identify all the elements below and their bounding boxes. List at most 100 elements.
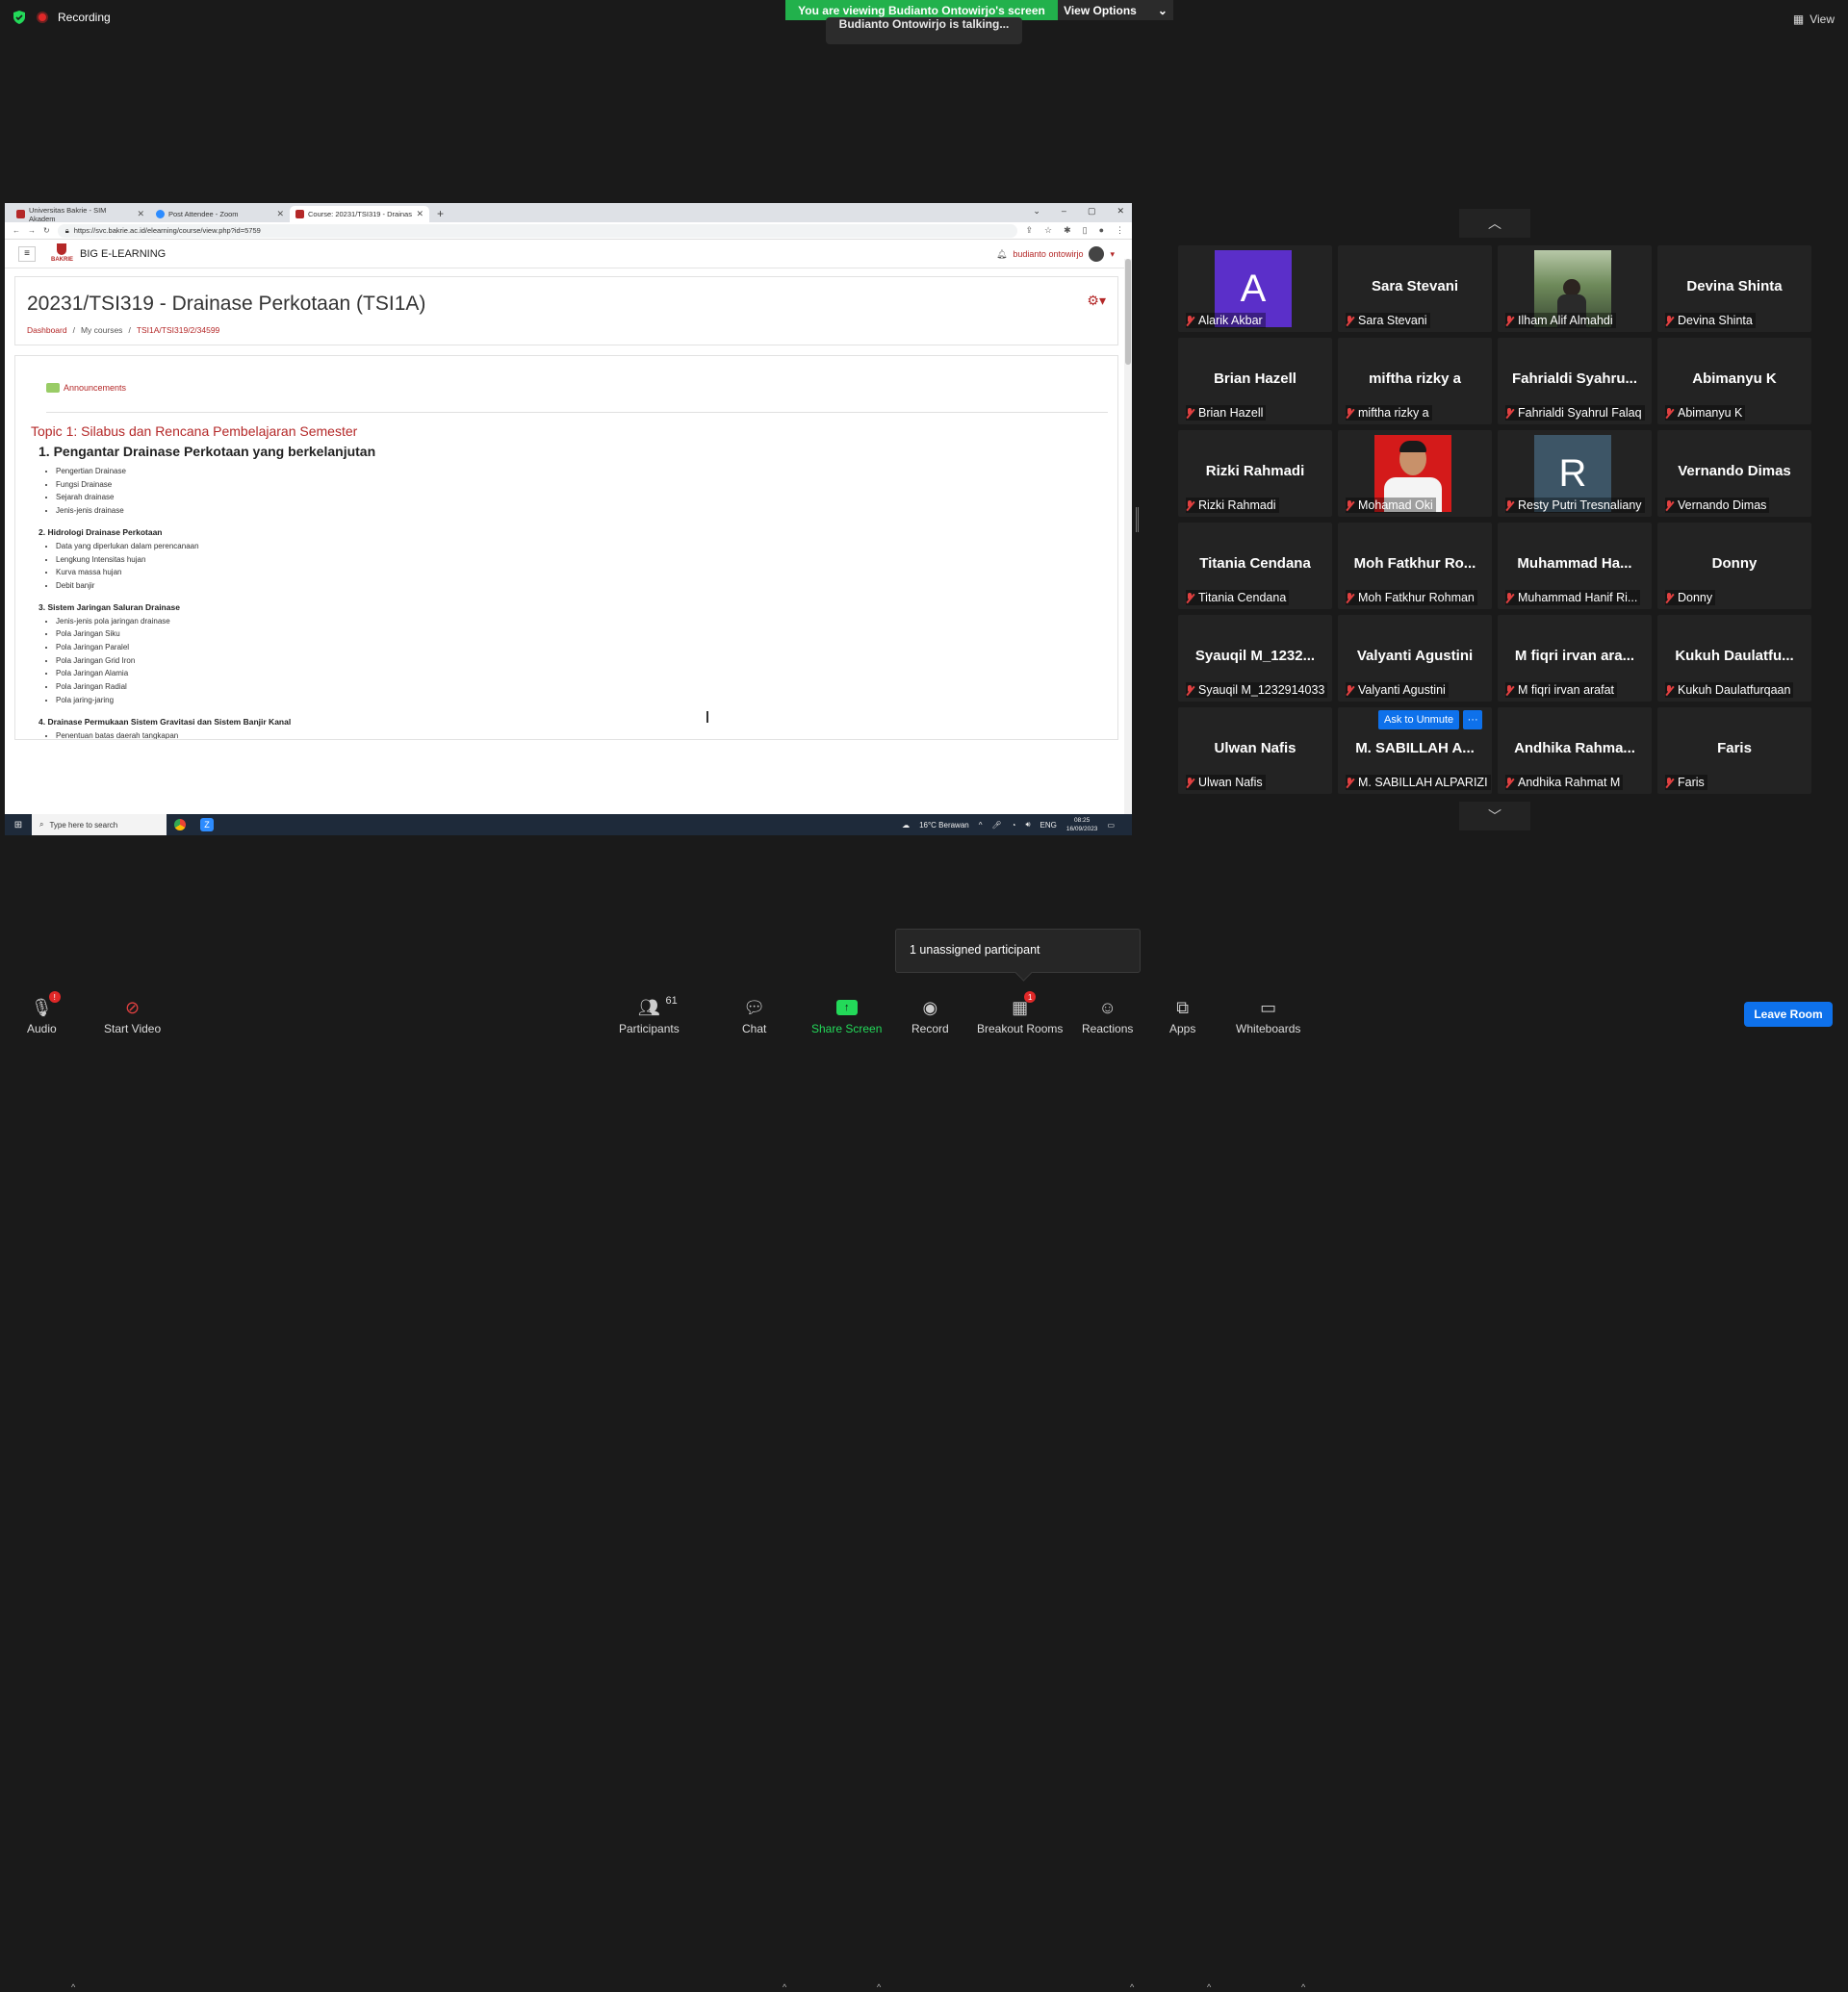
participant-tile[interactable]: Andhika Rahma...Andhika Rahmat M xyxy=(1498,707,1652,794)
chevron-down-icon[interactable]: ⌄ xyxy=(1033,206,1040,217)
participant-tile[interactable]: DonnyDonny xyxy=(1657,523,1811,609)
forward-icon[interactable]: → xyxy=(28,226,36,235)
participant-tile[interactable]: Moh Fatkhur Ro...Moh Fatkhur Rohman xyxy=(1338,523,1492,609)
recording-indicator[interactable]: Recording xyxy=(12,10,111,25)
split-handle[interactable] xyxy=(1136,507,1139,532)
url-field[interactable]: 🔒︎ https://svc.bakrie.ac.id/elearning/co… xyxy=(58,224,1018,238)
scrollbar-thumb[interactable] xyxy=(1125,259,1131,365)
language-indicator[interactable]: ENG xyxy=(1040,821,1057,830)
minimize-icon[interactable]: – xyxy=(1062,206,1066,217)
participant-tile[interactable]: M fiqri irvan ara...M fiqri irvan arafat xyxy=(1498,615,1652,702)
weather-text[interactable]: 16°C Berawan xyxy=(919,821,969,830)
taskbar-search[interactable]: ⌕ Type here to search xyxy=(32,814,167,835)
participant-tile[interactable]: Mohamad Oki xyxy=(1338,430,1492,517)
close-icon[interactable]: ✕ xyxy=(1116,206,1124,217)
close-icon[interactable]: ✕ xyxy=(416,209,424,219)
participant-tile[interactable]: Valyanti AgustiniValyanti Agustini xyxy=(1338,615,1492,702)
caret-down-icon[interactable]: ▾ xyxy=(1110,249,1115,260)
gear-icon[interactable]: ⚙▾ xyxy=(1087,293,1106,309)
breadcrumb-my-courses[interactable]: My courses xyxy=(81,325,122,335)
apps-caret-icon[interactable]: ^ xyxy=(1207,1982,1211,1992)
whiteboards-button[interactable]: ▭ Whiteboards xyxy=(1236,991,1300,1035)
share-icon[interactable]: ⇪ xyxy=(1025,225,1033,236)
user-name[interactable]: budianto ontowirjo xyxy=(1013,249,1083,259)
chrome-taskbar-icon[interactable] xyxy=(167,814,193,835)
share-screen-button[interactable]: ↑ Share Screen xyxy=(811,991,882,1035)
start-video-button[interactable]: ⊘ Start Video xyxy=(104,991,161,1035)
gallery-next-button[interactable]: ﹀ xyxy=(1459,802,1530,830)
back-icon[interactable]: ← xyxy=(13,226,20,235)
view-options-button[interactable]: View Options ⌄ xyxy=(1058,0,1173,20)
announcements-link[interactable]: Announcements xyxy=(46,383,1108,413)
site-name[interactable]: BIG E-LEARNING xyxy=(80,248,166,260)
participant-tile[interactable]: miftha rizky amiftha rizky a xyxy=(1338,338,1492,424)
menu-icon[interactable]: ⋮ xyxy=(1116,225,1124,236)
participant-tile[interactable]: Rizki RahmadiRizki Rahmadi xyxy=(1178,430,1332,517)
participant-tile[interactable]: Ilham Alif Almahdi xyxy=(1498,245,1652,332)
network-icon[interactable]: ◔ xyxy=(1012,821,1016,830)
star-icon[interactable]: ☆ xyxy=(1044,225,1052,236)
extensions-icon[interactable]: ✱ xyxy=(1064,225,1071,236)
browser-tab[interactable]: Post Attendee - Zoom ✕ xyxy=(150,206,290,222)
participant-tile[interactable]: Titania CendanaTitania Cendana xyxy=(1178,523,1332,609)
participants-button[interactable]: 👥︎61 Participants xyxy=(619,991,680,1035)
zoom-taskbar-icon[interactable]: Z xyxy=(193,814,220,835)
muted-mic-icon xyxy=(1665,778,1674,788)
sidebar-icon[interactable]: ▯ xyxy=(1083,225,1088,236)
share-options-caret-icon[interactable]: ^ xyxy=(877,1982,881,1992)
breakout-rooms-button[interactable]: ▦1 Breakout Rooms xyxy=(977,991,1063,1035)
browser-tab[interactable]: Universitas Bakrie - SIM Akadem ✕ xyxy=(11,206,150,222)
chat-options-caret-icon[interactable]: ^ xyxy=(783,1982,786,1992)
participant-tile[interactable]: Vernando DimasVernando Dimas xyxy=(1657,430,1811,517)
bell-icon[interactable]: 🔔︎ xyxy=(996,249,1007,260)
avatar[interactable] xyxy=(1089,246,1104,262)
participant-tile[interactable]: Kukuh Daulatfu...Kukuh Daulatfurqaan xyxy=(1657,615,1811,702)
announcements-label[interactable]: Announcements xyxy=(64,383,126,393)
participant-tile[interactable]: Fahrialdi Syahru...Fahrialdi Syahrul Fal… xyxy=(1498,338,1652,424)
participant-name: Andhika Rahmat M xyxy=(1518,776,1620,789)
gallery-prev-button[interactable]: ︿ xyxy=(1459,209,1530,238)
windows-start-icon[interactable]: ⊞ xyxy=(5,820,32,830)
clock[interactable]: 08:25 16/09/2023 xyxy=(1066,816,1098,833)
participant-tile[interactable]: Brian HazellBrian Hazell xyxy=(1178,338,1332,424)
new-tab-icon[interactable]: + xyxy=(429,207,451,222)
hamburger-menu-icon[interactable]: ≡ xyxy=(18,246,36,262)
browser-tab-active[interactable]: Course: 20231/TSI319 - Drainas ✕ xyxy=(290,206,429,222)
page-scrollbar[interactable] xyxy=(1124,259,1132,817)
breadcrumb-dashboard[interactable]: Dashboard xyxy=(27,325,67,335)
participant-tile[interactable]: Sara StevaniSara Stevani xyxy=(1338,245,1492,332)
apps-button[interactable]: ⧉ Apps xyxy=(1169,991,1195,1035)
reactions-button[interactable]: ☺ Reactions xyxy=(1082,991,1133,1035)
ask-to-unmute-button[interactable]: Ask to Unmute xyxy=(1378,710,1459,729)
profile-icon[interactable]: ● xyxy=(1099,225,1104,236)
leave-room-button[interactable]: Leave Room xyxy=(1744,1002,1833,1027)
participant-tile[interactable]: RResty Putri Tresnaliany xyxy=(1498,430,1652,517)
close-icon[interactable]: ✕ xyxy=(276,209,284,219)
participant-tile[interactable]: AAlarik Akbar xyxy=(1178,245,1332,332)
close-icon[interactable]: ✕ xyxy=(137,209,144,219)
reload-icon[interactable]: ↻ xyxy=(43,226,50,235)
participant-tile[interactable]: FarisFaris xyxy=(1657,707,1811,794)
breadcrumb-course[interactable]: TSI1A/TSI319/2/34599 xyxy=(137,325,219,335)
audio-options-caret-icon[interactable]: ^ xyxy=(71,1982,75,1992)
volume-icon[interactable]: 🔊︎ xyxy=(1026,820,1031,830)
view-button[interactable]: ▦ View xyxy=(1793,13,1835,26)
participant-tile[interactable]: Muhammad Ha...Muhammad Hanif Ri... xyxy=(1498,523,1652,609)
chat-button[interactable]: 💬︎ Chat xyxy=(742,991,766,1035)
participant-display-name: Syauqil M_1232... xyxy=(1178,648,1332,664)
mic-tray-icon[interactable]: 🎤︎ xyxy=(992,821,1002,830)
participant-tile[interactable]: Abimanyu KAbimanyu K xyxy=(1657,338,1811,424)
participant-tile[interactable]: Syauqil M_1232...Syauqil M_1232914033 xyxy=(1178,615,1332,702)
record-button[interactable]: ◉ Record xyxy=(911,991,949,1035)
participant-tile[interactable]: Ulwan NafisUlwan Nafis xyxy=(1178,707,1332,794)
whiteboards-caret-icon[interactable]: ^ xyxy=(1301,1982,1305,1992)
chevron-up-icon[interactable]: ^ xyxy=(979,821,983,830)
audio-button[interactable]: 🎙︎! Audio xyxy=(27,991,57,1035)
maximize-icon[interactable]: ▢ xyxy=(1088,206,1096,217)
participant-tile[interactable]: Devina ShintaDevina Shinta xyxy=(1657,245,1811,332)
shared-screen[interactable]: Universitas Bakrie - SIM Akadem ✕ Post A… xyxy=(5,203,1132,835)
more-options-button[interactable]: ··· xyxy=(1463,710,1482,729)
user-menu[interactable]: 🔔︎ budianto ontowirjo ▾ xyxy=(996,246,1115,262)
reactions-caret-icon[interactable]: ^ xyxy=(1130,1982,1134,1992)
notifications-icon[interactable]: ▭ xyxy=(1107,821,1115,830)
